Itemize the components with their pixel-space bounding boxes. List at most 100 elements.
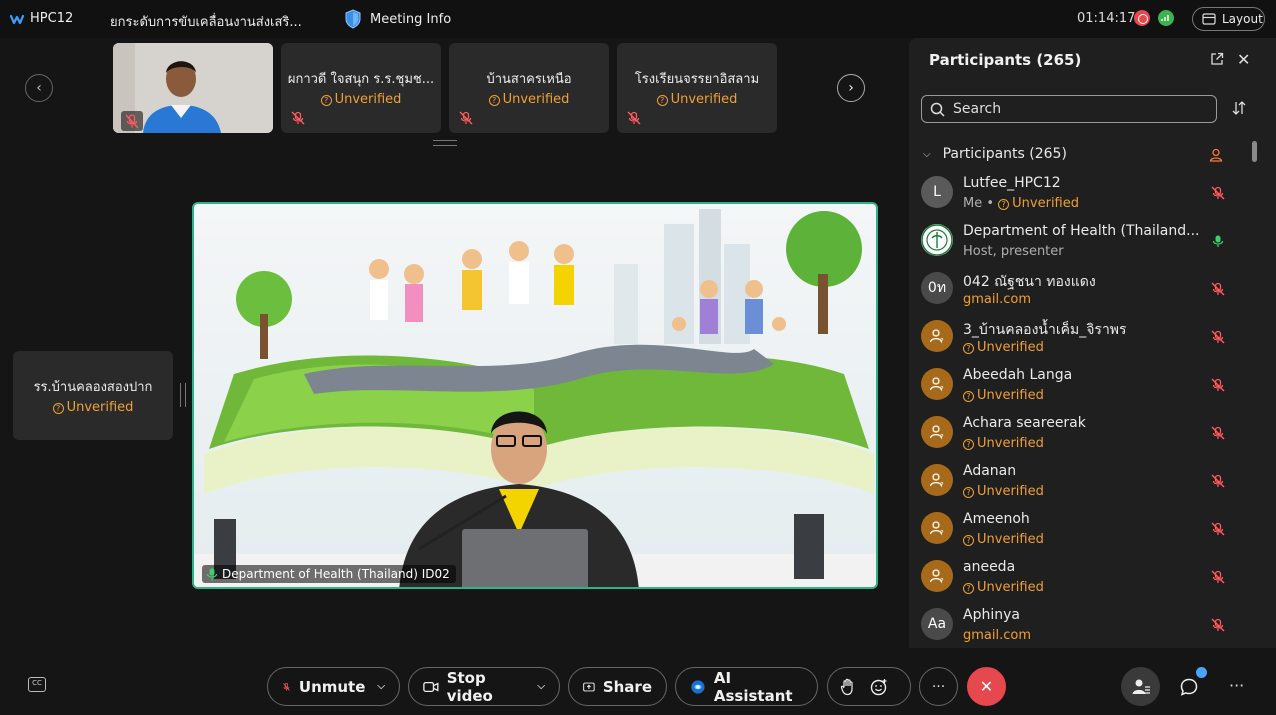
participant-status: Host, presenter bbox=[963, 244, 1064, 259]
chevron-down-icon: ⌵ bbox=[923, 148, 931, 160]
question-icon: ? bbox=[52, 403, 64, 414]
share-screen-icon bbox=[583, 682, 595, 691]
app-name: HPC12 bbox=[30, 11, 74, 26]
microphone-muted-icon[interactable] bbox=[1211, 377, 1225, 392]
participant-row[interactable]: ? Adanan ? Unverified bbox=[909, 456, 1249, 504]
avatar: ? bbox=[921, 464, 953, 496]
raise-hand-icon[interactable] bbox=[840, 678, 856, 696]
participant-name: Lutfee_HPC12 bbox=[963, 175, 1061, 191]
participants-button[interactable] bbox=[1121, 667, 1160, 706]
participant-name: Abeedah Langa bbox=[963, 367, 1073, 383]
participants-panel: Participants (265) ✕ ⌵ Participants (265… bbox=[909, 38, 1276, 648]
participant-row[interactable]: ? 3_บ้านคลองน้ำเค็ม_จิราพร ? Unverified bbox=[909, 312, 1249, 360]
unverified-badge: ? Unverified bbox=[449, 92, 609, 107]
question-icon: ? bbox=[963, 439, 974, 450]
meeting-timer: 01:14:17 bbox=[1077, 11, 1136, 26]
meeting-info-button[interactable]: Meeting Info bbox=[344, 9, 451, 29]
layout-button[interactable]: Layout bbox=[1192, 7, 1265, 31]
person-alert-icon[interactable] bbox=[1209, 148, 1223, 162]
more-options-icon[interactable]: ··· bbox=[1229, 676, 1244, 695]
microphone-muted-icon[interactable] bbox=[1211, 569, 1225, 584]
svg-text:?: ? bbox=[940, 481, 944, 488]
question-icon: ? bbox=[963, 583, 974, 594]
microphone-muted-icon[interactable] bbox=[1211, 473, 1225, 488]
microphone-muted-icon[interactable] bbox=[1211, 329, 1225, 344]
participant-row[interactable]: ? Abeedah Langa ? Unverified bbox=[909, 360, 1249, 408]
video-camera-icon bbox=[423, 681, 439, 692]
microphone-muted-icon[interactable] bbox=[1211, 521, 1225, 536]
unmute-button[interactable]: Unmute ⌵ bbox=[267, 667, 400, 706]
share-button[interactable]: Share bbox=[568, 667, 667, 706]
participants-group-header[interactable]: ⌵ Participants (265) bbox=[923, 146, 1067, 162]
stop-video-button[interactable]: Stop video ⌵ bbox=[408, 667, 560, 706]
participant-status: gmail.com bbox=[963, 292, 1032, 307]
chevron-down-icon[interactable]: ⌵ bbox=[377, 681, 385, 692]
next-page-button[interactable]: › bbox=[837, 74, 865, 102]
recording-icon[interactable] bbox=[1134, 10, 1150, 26]
group-label: Participants (265) bbox=[942, 146, 1067, 162]
meeting-topic: ยกระดับการขับเคลื่อนงานส่งเสริ... bbox=[110, 15, 302, 30]
avatar bbox=[921, 224, 953, 256]
question-icon: ? bbox=[963, 487, 974, 498]
participant-status: ? Unverified bbox=[963, 580, 1044, 595]
side-resize-handle[interactable] bbox=[180, 383, 186, 407]
participant-tile[interactable]: บ้านสาครเหนือ ? Unverified bbox=[449, 43, 609, 133]
participant-role: Me • bbox=[963, 196, 999, 211]
avatar: Aa bbox=[921, 608, 953, 640]
svg-text:?: ? bbox=[940, 577, 944, 584]
participant-name: Department of Health (Thailand... bbox=[963, 223, 1200, 239]
close-icon[interactable]: ✕ bbox=[1237, 50, 1250, 69]
participant-name: 3_บ้านคลองน้ำเค็ม_จิราพร bbox=[963, 322, 1127, 338]
closed-captions-icon[interactable]: CC bbox=[28, 677, 46, 692]
participant-tile[interactable]: ผกาวดี ใจสนุก ร.ร.ชุมช... ? Unverified bbox=[281, 43, 441, 133]
participant-tile[interactable]: รร.บ้านคลองสองปาก ? Unverified bbox=[13, 351, 173, 440]
participants-icon bbox=[1132, 679, 1150, 694]
strip-resize-handle[interactable] bbox=[433, 140, 457, 146]
reaction-emoji-icon[interactable] bbox=[870, 678, 888, 696]
participant-name: aneeda bbox=[963, 559, 1016, 575]
microphone-muted-icon[interactable] bbox=[1211, 281, 1225, 296]
network-signal-icon[interactable] bbox=[1158, 10, 1174, 26]
chevron-down-icon[interactable]: ⌵ bbox=[537, 681, 545, 692]
svg-text:?: ? bbox=[940, 529, 944, 536]
question-icon: ? bbox=[963, 391, 974, 402]
close-icon: ✕ bbox=[979, 677, 994, 696]
ai-assistant-button[interactable]: AI Assistant bbox=[675, 667, 818, 706]
microphone-muted-icon[interactable] bbox=[1211, 185, 1225, 200]
microphone-muted-icon[interactable] bbox=[1211, 425, 1225, 440]
question-icon: ? bbox=[320, 95, 332, 106]
shield-icon bbox=[345, 9, 361, 29]
search-icon bbox=[930, 102, 945, 117]
pop-out-icon[interactable] bbox=[1210, 52, 1224, 66]
chat-icon bbox=[1180, 678, 1197, 696]
participant-tile[interactable]: โรงเรียนจรรยาอิสลาม ? Unverified bbox=[617, 43, 777, 133]
participant-status: Me • ? Unverified bbox=[963, 196, 1079, 211]
microphone-muted-icon bbox=[283, 682, 290, 691]
participant-row[interactable]: Department of Health (Thailand... Host, p… bbox=[909, 216, 1249, 264]
active-speaker-video[interactable]: Department of Health (Thailand) ID02 bbox=[192, 202, 878, 589]
microphone-muted-icon bbox=[291, 111, 305, 125]
unverified-badge: ? Unverified bbox=[617, 92, 777, 107]
participant-name: ผกาวดี ใจสนุก ร.ร.ชุมช... bbox=[287, 72, 435, 87]
participant-row[interactable]: L Lutfee_HPC12 Me • ? Unverified bbox=[909, 168, 1249, 216]
scrollbar[interactable] bbox=[1252, 141, 1257, 162]
participant-row[interactable]: 0ท 042 ณัฐชนา ทองแดง gmail.com bbox=[909, 264, 1249, 312]
microphone-on-icon[interactable] bbox=[1211, 233, 1225, 247]
search-input[interactable] bbox=[953, 101, 1193, 117]
more-options-button[interactable]: ··· bbox=[919, 667, 958, 706]
search-field[interactable] bbox=[921, 95, 1217, 123]
participant-video-tile[interactable] bbox=[113, 43, 273, 133]
participant-name: Achara seareerak bbox=[963, 415, 1086, 431]
layout-icon bbox=[1202, 13, 1216, 25]
leave-meeting-button[interactable]: ✕ bbox=[967, 667, 1006, 706]
previous-page-button[interactable]: ‹ bbox=[25, 74, 53, 102]
participant-status: ? Unverified bbox=[963, 484, 1044, 499]
participant-row[interactable]: ? Achara seareerak ? Unverified bbox=[909, 408, 1249, 456]
microphone-muted-icon[interactable] bbox=[1211, 617, 1225, 632]
participant-status: ? Unverified bbox=[963, 340, 1044, 355]
participant-row[interactable]: ? Ameenoh ? Unverified bbox=[909, 504, 1249, 552]
participant-row[interactable]: ? aneeda ? Unverified bbox=[909, 552, 1249, 600]
sort-icon[interactable] bbox=[1231, 100, 1247, 116]
question-icon: ? bbox=[656, 95, 668, 106]
participant-row[interactable]: Aa Aphinya gmail.com bbox=[909, 600, 1249, 646]
